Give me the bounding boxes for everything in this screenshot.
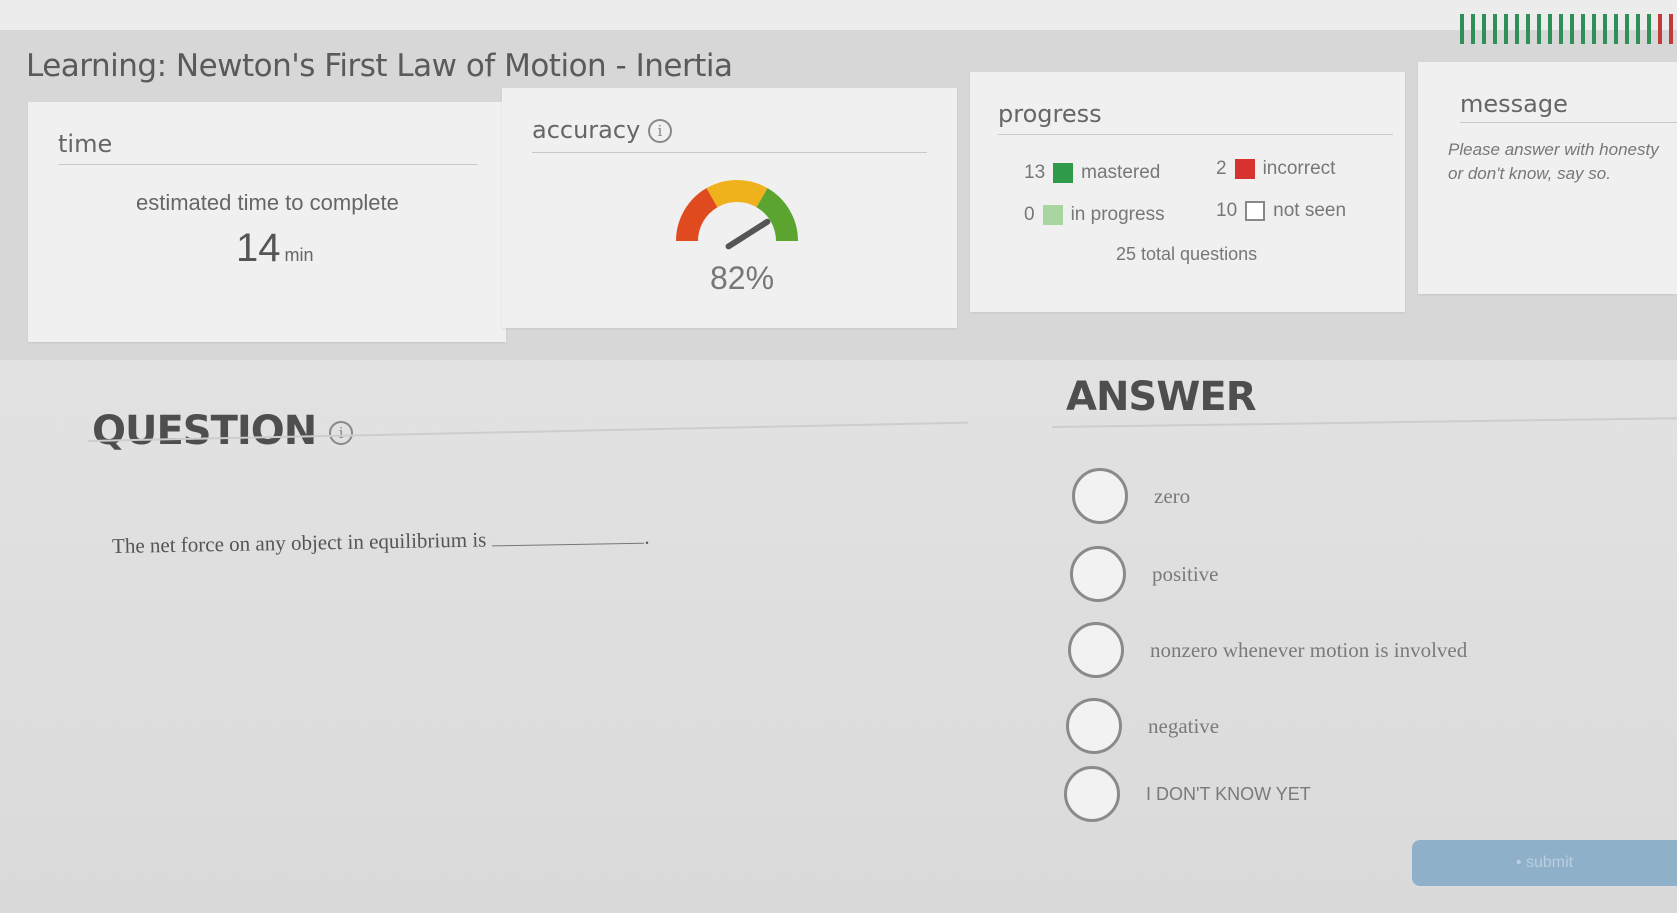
question-text: The net force on any object in equilibri… <box>112 525 650 559</box>
progress-card: progress 13 mastered 2 incorrect 0 in pr… <box>970 72 1405 312</box>
option-label[interactable]: positive <box>1152 562 1219 587</box>
incorrect-swatch <box>1234 159 1255 179</box>
divider <box>1460 122 1677 123</box>
question-heading-text: QUESTION <box>92 408 317 454</box>
not-seen-count: 10 <box>1216 200 1238 221</box>
info-icon[interactable]: i <box>647 119 672 143</box>
not-seen-swatch <box>1245 201 1266 221</box>
in-progress-label: in progress <box>1070 204 1165 225</box>
mastered-count: 13 <box>1024 162 1046 183</box>
radio-button[interactable] <box>1064 766 1120 822</box>
divider <box>58 164 478 165</box>
mastered-swatch <box>1053 163 1074 183</box>
answer-heading: ANSWER <box>1066 374 1256 420</box>
in-progress-count: 0 <box>1024 204 1035 225</box>
time-value: 14 min <box>236 226 314 271</box>
option-label[interactable]: I DON'T KNOW YET <box>1146 784 1311 805</box>
answer-option-nonzero[interactable]: nonzero whenever motion is involved <box>1068 622 1467 678</box>
message-line-2: or don't know, say so. <box>1448 164 1611 183</box>
gauge-needle <box>725 218 771 250</box>
answer-option-negative[interactable]: negative <box>1066 698 1219 754</box>
in-progress-stat: 0 in progress <box>1024 204 1165 226</box>
message-text: Please answer with honesty or don't know… <box>1448 138 1677 186</box>
top-bar <box>0 0 1677 30</box>
not-seen-label: not seen <box>1273 200 1347 221</box>
not-seen-stat: 10 not seen <box>1216 200 1346 222</box>
progress-ticks <box>1447 14 1677 48</box>
total-questions: 25 total questions <box>1116 244 1258 264</box>
mastered-label: mastered <box>1081 162 1161 183</box>
radio-button[interactable] <box>1068 622 1124 678</box>
incorrect-label: incorrect <box>1262 158 1336 179</box>
radio-button[interactable] <box>1066 698 1122 754</box>
message-card-title: message <box>1460 90 1568 118</box>
incorrect-count: 2 <box>1216 158 1227 179</box>
question-end: . <box>644 524 650 549</box>
answer-option-positive[interactable]: positive <box>1070 546 1219 602</box>
time-card-title: time <box>58 130 113 158</box>
accuracy-card-title: accuracy i <box>532 116 672 144</box>
option-label[interactable]: zero <box>1154 484 1190 509</box>
time-number: 14 <box>236 226 281 270</box>
question-body: The net force on any object in equilibri… <box>111 527 487 558</box>
accuracy-title-text: accuracy <box>532 116 641 144</box>
divider <box>998 134 1393 135</box>
accuracy-gauge <box>676 180 798 250</box>
mastered-stat: 13 mastered <box>1024 162 1160 184</box>
gauge-arc-red <box>676 188 719 242</box>
submit-button[interactable]: • submit <box>1412 840 1677 886</box>
accuracy-value: 82% <box>710 260 775 296</box>
time-subtitle: estimated time to complete <box>136 190 399 215</box>
question-heading: QUESTION i <box>92 408 354 454</box>
radio-button[interactable] <box>1072 468 1128 524</box>
answer-blank <box>492 542 645 547</box>
option-label[interactable]: nonzero whenever motion is involved <box>1150 638 1467 663</box>
incorrect-stat: 2 incorrect <box>1216 158 1335 180</box>
divider <box>532 152 927 153</box>
gauge-arc-yellow <box>706 180 768 208</box>
info-icon[interactable]: i <box>329 421 354 445</box>
answer-option-zero[interactable]: zero <box>1072 468 1190 524</box>
time-unit: min <box>284 245 314 265</box>
radio-button[interactable] <box>1070 546 1126 602</box>
answer-option-dont-know[interactable]: I DON'T KNOW YET <box>1064 766 1311 822</box>
in-progress-swatch <box>1042 205 1063 225</box>
page-title: Learning: Newton's First Law of Motion -… <box>26 48 733 84</box>
option-label[interactable]: negative <box>1148 714 1219 739</box>
message-card: message Please answer with honesty or do… <box>1418 62 1677 294</box>
progress-card-title: progress <box>998 100 1102 128</box>
message-line-1: Please answer with honesty <box>1448 140 1659 159</box>
time-card: time estimated time to complete 14 min <box>28 102 506 342</box>
accuracy-card: accuracy i 82% <box>502 88 957 328</box>
